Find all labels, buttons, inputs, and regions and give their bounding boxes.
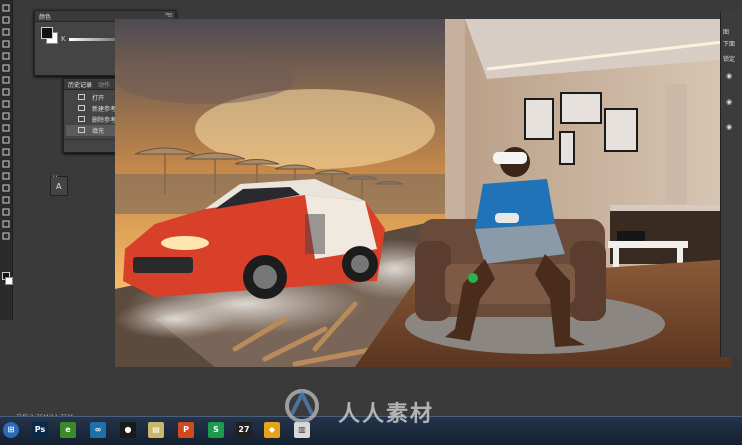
tab-color[interactable]: 颜色 — [39, 12, 51, 21]
foreground-color-swatch[interactable] — [41, 27, 53, 39]
panel-label: 图 — [723, 29, 730, 36]
browser-icon[interactable]: e — [60, 422, 76, 438]
pen-icon[interactable] — [2, 172, 10, 180]
marquee-icon[interactable] — [2, 16, 10, 24]
zoom-icon[interactable] — [2, 232, 10, 240]
shape-icon[interactable] — [2, 208, 10, 216]
video-icon[interactable]: 27 — [236, 422, 252, 438]
brush-icon[interactable] — [2, 88, 10, 96]
healing-icon[interactable] — [2, 76, 10, 84]
gradient-icon[interactable] — [2, 136, 10, 144]
panel-menu-icon[interactable]: ≡ — [167, 11, 173, 19]
watermark-text: 人人素材 — [338, 402, 435, 427]
visibility-eye-icon[interactable]: ◉ — [726, 98, 732, 106]
folder-icon[interactable]: ▤ — [148, 422, 164, 438]
channel-label: K — [61, 35, 66, 43]
tab-actions[interactable]: 动作 — [98, 80, 110, 89]
lasso-icon[interactable] — [2, 28, 10, 36]
photoshop-icon[interactable]: Ps — [32, 422, 48, 438]
document-canvas[interactable] — [115, 19, 732, 367]
tools-panel — [0, 0, 13, 320]
background-swatch[interactable] — [5, 277, 13, 285]
character-panel-collapsed[interactable]: •• A — [50, 174, 68, 196]
history-item-label: 填充 — [92, 128, 105, 135]
hand-icon[interactable] — [2, 220, 10, 228]
watermark-logo — [285, 389, 319, 423]
stamp-icon[interactable] — [2, 100, 10, 108]
tab-history[interactable]: 历史记录 — [68, 80, 92, 89]
cloud-icon[interactable]: ∞ — [90, 422, 106, 438]
step-icon — [78, 105, 85, 111]
start-icon[interactable]: ⊞ — [3, 422, 19, 438]
character-icon: A — [56, 182, 62, 191]
quick-select-icon[interactable] — [2, 40, 10, 48]
powerpoint-icon[interactable]: P — [178, 422, 194, 438]
history-item-label: 打开 — [92, 95, 105, 102]
crop-icon[interactable] — [2, 52, 10, 60]
panel-label: 下面 — [723, 41, 736, 48]
move-icon[interactable] — [2, 4, 10, 12]
blur-icon[interactable] — [2, 148, 10, 156]
dodge-icon[interactable] — [2, 160, 10, 168]
step-icon — [78, 116, 85, 122]
layers-panel-collapsed: 图 下面 锁定 ◉ ◉ ◉ — [720, 12, 742, 357]
step-icon — [78, 127, 85, 133]
cursor-indicator — [468, 273, 478, 283]
eyedropper-icon[interactable] — [2, 64, 10, 72]
media-icon[interactable]: ● — [120, 422, 136, 438]
path-select-icon[interactable] — [2, 196, 10, 204]
canvas-image — [115, 19, 732, 367]
visibility-eye-icon[interactable]: ◉ — [726, 72, 732, 80]
document-icon — [78, 94, 85, 100]
paint-icon[interactable]: ◆ — [264, 422, 280, 438]
lock-label: 锁定 — [723, 56, 736, 63]
history-brush-icon[interactable] — [2, 112, 10, 120]
spreadsheet-icon[interactable]: S — [208, 422, 224, 438]
visibility-eye-icon[interactable]: ◉ — [726, 123, 732, 131]
grip-icon: •• — [52, 174, 58, 180]
type-icon[interactable] — [2, 184, 10, 192]
eraser-icon[interactable] — [2, 124, 10, 132]
